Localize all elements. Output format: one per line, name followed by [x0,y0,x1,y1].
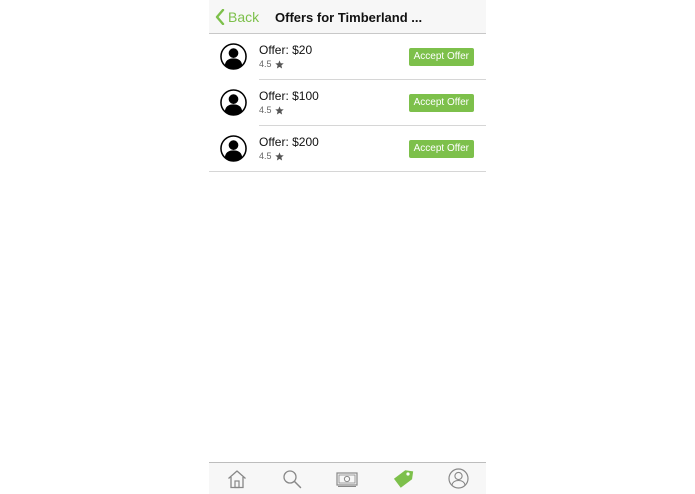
tab-home[interactable] [217,466,257,492]
offer-row: Offer: $200 4.5 Accept Offer [209,126,486,172]
offer-amount: Offer: $100 [259,89,319,103]
back-label: Back [228,9,260,25]
tab-search[interactable] [272,466,312,492]
offer-amount: Offer: $200 [259,135,319,149]
offers-list: Offer: $20 4.5 Accept Offer Offer: $100 … [209,34,486,172]
accept-offer-button[interactable]: Accept Offer [408,48,474,66]
phone-screen: Back Offers for Timberland ... Offer: $2… [209,0,486,494]
rating-value: 4.5 [259,105,272,115]
page-title: Offers for Timberland ... [275,10,423,25]
star-icon [274,151,284,160]
chevron-left-icon [215,9,225,25]
accept-offer-button[interactable]: Accept Offer [408,140,474,158]
search-icon [283,469,302,488]
star-icon [274,105,284,114]
star-icon [274,59,284,68]
rating-value: 4.5 [259,151,272,161]
user-avatar-icon [220,89,247,116]
rating-value: 4.5 [259,59,272,69]
tag-icon [393,469,414,488]
offer-amount: Offer: $20 [259,43,313,57]
money-icon [336,471,359,487]
back-button[interactable]: Back [215,8,259,26]
tab-money[interactable] [327,466,367,492]
seller-rating: 4.5 [259,151,284,161]
accept-offer-button[interactable]: Accept Offer [408,94,474,112]
offer-row: Offer: $20 4.5 Accept Offer [220,34,486,80]
tab-bar [209,462,486,494]
seller-rating: 4.5 [259,105,284,115]
navigation-bar: Back Offers for Timberland ... [209,0,486,34]
user-avatar-icon [220,135,247,162]
profile-icon [448,468,469,489]
home-icon [227,469,246,488]
tab-offers[interactable] [383,466,423,492]
seller-rating: 4.5 [259,59,284,69]
user-avatar-icon [220,43,247,70]
tab-profile[interactable] [438,466,478,492]
offer-row: Offer: $100 4.5 Accept Offer [220,80,486,126]
